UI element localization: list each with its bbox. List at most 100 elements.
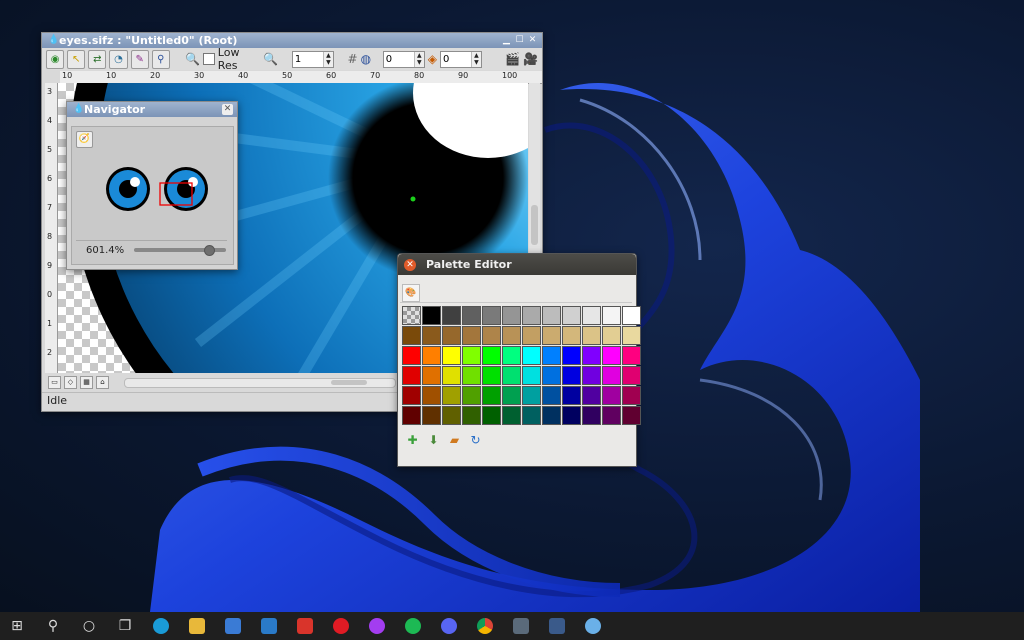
time-track-icon[interactable]: ▦ xyxy=(80,375,93,389)
palette-swatch[interactable] xyxy=(482,406,501,425)
palette-swatch[interactable] xyxy=(482,366,501,385)
mail-icon[interactable] xyxy=(254,612,284,640)
palette-swatch[interactable] xyxy=(622,386,641,405)
close-icon[interactable]: ✕ xyxy=(527,35,538,46)
refresh-palette-icon[interactable]: ↻ xyxy=(469,434,482,447)
navigator-panel[interactable]: 💧 Navigator ✕ 🧭 601.4% xyxy=(66,101,238,270)
palette-swatch[interactable] xyxy=(622,346,641,365)
palette-swatch[interactable] xyxy=(402,346,421,365)
paint-icon[interactable] xyxy=(578,612,608,640)
cortana-icon[interactable]: ○ xyxy=(74,612,104,640)
palette-swatch[interactable] xyxy=(422,386,441,405)
palette-swatch[interactable] xyxy=(462,386,481,405)
navigator-close-icon[interactable]: ✕ xyxy=(222,104,233,115)
palette-swatch[interactable] xyxy=(622,326,641,345)
messenger-icon[interactable] xyxy=(362,612,392,640)
palette-swatch[interactable] xyxy=(502,366,521,385)
palette-swatch[interactable] xyxy=(602,386,621,405)
future-onion-input[interactable] xyxy=(440,53,471,65)
main-window-titlebar[interactable]: 💧 eyes.sifz : "Untitled0" (Root) ▁ ☐ ✕ xyxy=(42,33,542,48)
palette-swatch[interactable] xyxy=(582,326,601,345)
calculator-icon[interactable] xyxy=(506,612,536,640)
palette-swatch[interactable] xyxy=(542,346,561,365)
search-icon[interactable]: ⚲ xyxy=(38,612,68,640)
palette-swatch[interactable] xyxy=(462,306,481,325)
frame-spinner-arrows[interactable]: ▲ ▼ xyxy=(322,51,333,67)
palette-swatch[interactable] xyxy=(522,346,541,365)
palette-swatch[interactable] xyxy=(462,406,481,425)
vertical-scroll-thumb[interactable] xyxy=(531,205,538,245)
palette-swatch[interactable] xyxy=(602,306,621,325)
opera-icon[interactable] xyxy=(326,612,356,640)
palette-swatch[interactable] xyxy=(522,366,541,385)
palette-swatch[interactable] xyxy=(482,326,501,345)
palette-swatch[interactable] xyxy=(622,366,641,385)
palette-close-icon[interactable]: ✕ xyxy=(404,258,416,271)
grid-icon[interactable]: # xyxy=(348,52,358,66)
palette-swatch[interactable] xyxy=(402,406,421,425)
canvas-horizontal-scrollbar[interactable] xyxy=(124,378,396,388)
add-color-icon[interactable]: ✚ xyxy=(406,434,419,447)
palette-swatch[interactable] xyxy=(602,346,621,365)
low-res-zoom-icon[interactable]: 🔍 xyxy=(263,52,278,66)
palette-swatch[interactable] xyxy=(602,366,621,385)
keyframe-icon[interactable]: ◇ xyxy=(64,375,77,389)
palette-swatch[interactable] xyxy=(582,386,601,405)
palette-swatch[interactable] xyxy=(442,306,461,325)
palette-swatch[interactable] xyxy=(462,326,481,345)
palette-swatch[interactable] xyxy=(502,306,521,325)
palette-swatch[interactable] xyxy=(482,306,501,325)
palette-swatch[interactable] xyxy=(522,306,541,325)
compass-icon[interactable]: 🧭 xyxy=(76,131,93,148)
palette-tab-icon[interactable]: 🎨 xyxy=(402,284,420,302)
transform-tool-icon[interactable]: ↖ xyxy=(67,49,86,69)
palette-swatch[interactable] xyxy=(522,406,541,425)
palette-swatch[interactable] xyxy=(622,306,641,325)
palette-swatch[interactable] xyxy=(502,406,521,425)
preview-camera-icon[interactable]: 🎥 xyxy=(523,52,538,66)
navigator-titlebar[interactable]: 💧 Navigator ✕ xyxy=(67,102,237,117)
maximize-icon[interactable]: ☐ xyxy=(514,35,525,46)
draw-tool-icon[interactable]: ✎ xyxy=(130,49,149,69)
palette-swatch[interactable] xyxy=(582,346,601,365)
edge-icon[interactable] xyxy=(146,612,176,640)
palette-swatch[interactable] xyxy=(422,346,441,365)
palette-swatch[interactable] xyxy=(602,406,621,425)
toggle-panel-icon[interactable]: ▭ xyxy=(48,375,61,389)
palette-swatch[interactable] xyxy=(562,406,581,425)
store-icon[interactable] xyxy=(218,612,248,640)
palette-swatch[interactable] xyxy=(402,326,421,345)
wps-office-icon[interactable] xyxy=(290,612,320,640)
palette-swatch[interactable] xyxy=(582,366,601,385)
palette-swatch[interactable] xyxy=(422,306,441,325)
past-onion-arrows[interactable]: ▲ ▼ xyxy=(413,51,424,67)
navigator-preview[interactable] xyxy=(76,151,227,235)
horizontal-scroll-thumb[interactable] xyxy=(331,380,367,385)
task-view-icon[interactable]: ❐ xyxy=(110,612,140,640)
minimize-icon[interactable]: ▁ xyxy=(501,35,512,46)
palette-swatch[interactable] xyxy=(542,406,561,425)
spotify-icon[interactable] xyxy=(398,612,428,640)
palette-swatch[interactable] xyxy=(462,346,481,365)
future-onion-arrows[interactable]: ▲ ▼ xyxy=(470,51,481,67)
palette-swatch[interactable] xyxy=(402,366,421,385)
palette-swatch[interactable] xyxy=(402,386,421,405)
palette-swatch[interactable] xyxy=(442,366,461,385)
palette-swatch[interactable] xyxy=(542,366,561,385)
palette-swatch[interactable] xyxy=(422,326,441,345)
eyedropper-icon[interactable]: ⚲ xyxy=(151,49,170,69)
palette-swatch[interactable] xyxy=(562,366,581,385)
palette-editor-titlebar[interactable]: ✕ Palette Editor xyxy=(398,254,636,275)
smooth-move-icon[interactable]: ⇄ xyxy=(88,49,107,69)
chrome-icon[interactable] xyxy=(470,612,500,640)
save-palette-icon[interactable]: ⬇ xyxy=(427,434,440,447)
palette-swatch[interactable] xyxy=(502,326,521,345)
palette-swatch[interactable] xyxy=(522,326,541,345)
palette-swatch[interactable] xyxy=(542,306,561,325)
palette-swatch[interactable] xyxy=(562,306,581,325)
palette-editor-window[interactable]: ✕ Palette Editor 🎨 ✚ ⬇ ▰ ↻ xyxy=(397,253,641,467)
zoom-slider-knob[interactable] xyxy=(203,245,215,256)
onion-skin-icon[interactable]: ◔ xyxy=(109,49,128,69)
palette-swatch[interactable] xyxy=(622,406,641,425)
render-icon[interactable]: ◉ xyxy=(46,49,65,69)
